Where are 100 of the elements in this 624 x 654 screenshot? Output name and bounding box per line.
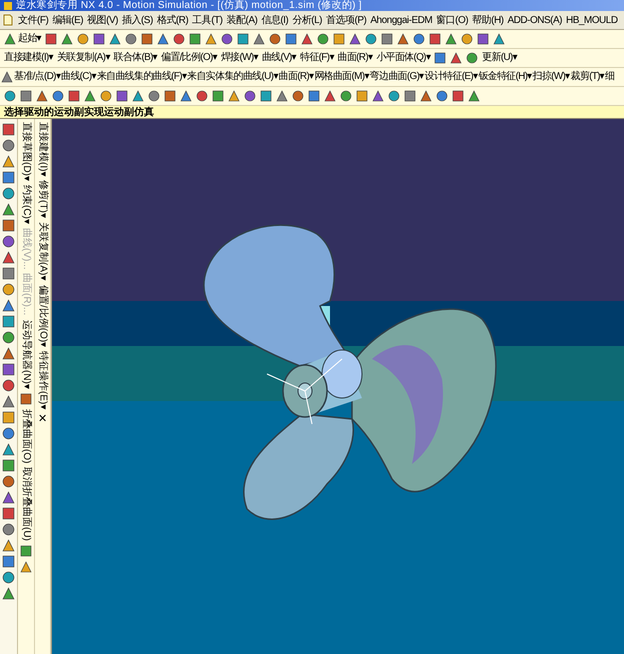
tool-icon[interactable] — [76, 33, 89, 45]
toolbar-menu[interactable]: 来自实体集的曲线(U)▾ — [187, 71, 278, 83]
tool-icon[interactable] — [468, 90, 480, 102]
start-button[interactable]: 起始▾ — [4, 33, 41, 45]
tool-icon[interactable] — [436, 90, 448, 102]
tool-icon[interactable] — [2, 539, 15, 552]
tool-icon[interactable] — [396, 33, 409, 45]
tool-icon[interactable] — [2, 251, 15, 264]
toolbar-menu[interactable]: 基准/点(D)▾ — [14, 71, 60, 83]
tool-icon[interactable] — [356, 90, 368, 102]
tool-icon[interactable] — [388, 90, 400, 102]
toolbar-menu[interactable]: 焊接(W)▾ — [220, 52, 258, 64]
tool-icon[interactable] — [204, 33, 217, 45]
tool-icon[interactable] — [434, 52, 446, 64]
toolbar-menu[interactable]: 来自曲线集的曲线(F)▾ — [96, 71, 186, 83]
toolbar-menu[interactable]: 网格曲面(M)▾ — [314, 71, 369, 83]
tool-icon[interactable] — [2, 571, 15, 584]
tool-icon[interactable] — [2, 315, 15, 328]
tool-icon[interactable] — [4, 33, 16, 45]
menu-item[interactable]: 格式(R) — [156, 12, 188, 28]
menu-item[interactable]: 编辑(E) — [52, 12, 84, 28]
tool-icon[interactable] — [2, 507, 15, 520]
tool-icon[interactable] — [252, 33, 265, 45]
tool-icon[interactable] — [324, 90, 336, 102]
toolbar-menu[interactable]: 小平面体(Q)▾ — [376, 52, 430, 64]
tool-icon[interactable] — [2, 171, 15, 184]
tool-icon[interactable] — [308, 90, 320, 102]
tool-icon[interactable] — [196, 90, 208, 102]
menu-item[interactable]: 帮助(H) — [472, 12, 504, 28]
tool-icon[interactable] — [452, 90, 464, 102]
tool-icon[interactable] — [244, 90, 256, 102]
tool-icon[interactable] — [2, 395, 15, 408]
menu-item[interactable]: 视图(V) — [87, 12, 118, 28]
tool-icon[interactable] — [332, 33, 345, 45]
toolbar-menu[interactable]: 扫掠(W)▾ — [532, 71, 570, 83]
tool-icon[interactable] — [316, 33, 329, 45]
menu-item[interactable]: 分析(L) — [292, 12, 322, 28]
toolbar-menu[interactable]: 关联复制(A)▾ — [36, 222, 48, 281]
toolbar-menu[interactable]: 曲面(R)▾ — [338, 52, 372, 64]
tool-icon[interactable] — [492, 33, 505, 45]
tool-icon[interactable] — [2, 443, 15, 456]
tool-icon[interactable] — [212, 90, 224, 102]
toolbar-menu[interactable]: 曲线(C)▾ — [61, 71, 96, 83]
tool-icon[interactable] — [228, 90, 240, 102]
tool-icon[interactable] — [292, 90, 304, 102]
tool-icon[interactable] — [2, 283, 15, 296]
tool-icon[interactable] — [466, 52, 478, 64]
toolbar-menu[interactable]: 裁剪(T)▾ — [570, 71, 604, 83]
tool-icon[interactable] — [2, 331, 15, 344]
menu-item[interactable]: 插入(S) — [122, 12, 153, 28]
tool-icon[interactable] — [36, 90, 48, 102]
toolbar-menu[interactable]: 钣金特征(H)▾ — [478, 71, 532, 83]
menu-item[interactable]: 工具(T) — [192, 12, 222, 28]
tool-icon[interactable] — [116, 90, 128, 102]
tool-icon[interactable] — [420, 90, 432, 102]
tool-icon[interactable] — [2, 587, 15, 600]
toolbar-menu[interactable]: 弯边曲面(G)▾ — [370, 71, 424, 83]
tool-icon[interactable] — [348, 33, 361, 45]
menu-item[interactable]: 文件(F) — [18, 12, 48, 28]
tool-icon[interactable] — [132, 90, 144, 102]
tool-icon[interactable] — [2, 203, 15, 216]
tool-icon[interactable] — [60, 33, 73, 45]
tool-icon[interactable] — [4, 90, 16, 102]
tool-icon[interactable] — [108, 33, 121, 45]
tool-icon[interactable] — [364, 33, 377, 45]
tool-icon[interactable] — [404, 90, 416, 102]
tool-icon[interactable] — [68, 90, 80, 102]
tool-icon[interactable] — [276, 90, 288, 102]
tool-icon[interactable] — [164, 90, 176, 102]
tool-icon[interactable] — [268, 33, 281, 45]
tool-icon[interactable] — [2, 267, 15, 280]
close-button[interactable]: ✕ — [38, 413, 47, 426]
tool-icon[interactable] — [476, 33, 489, 45]
toolbar-menu[interactable]: 设计特征(E)▾ — [424, 71, 478, 83]
menu-item[interactable]: 信息(I) — [261, 12, 288, 28]
toolbar-menu[interactable]: 特征操作(E)▾ — [36, 350, 48, 410]
tool-icon[interactable] — [148, 90, 160, 102]
toolbar-menu[interactable]: 运动导航器(N)▾ — [20, 320, 32, 389]
tool-icon[interactable] — [428, 33, 441, 45]
tool-icon[interactable] — [20, 560, 32, 573]
toolbar-menu[interactable]: 直接草图(D)▾ — [20, 122, 32, 181]
tool-icon[interactable] — [2, 155, 15, 168]
tool-icon[interactable] — [180, 90, 192, 102]
toolbar-menu[interactable]: 特征(F)▾ — [300, 52, 334, 64]
tool-icon[interactable] — [156, 33, 169, 45]
toolbar-menu[interactable]: 修剪(T)▾ — [36, 180, 48, 218]
menu-item[interactable]: Ahonggai-EDM — [370, 12, 432, 28]
tool-icon[interactable] — [2, 219, 15, 232]
toolbar-menu[interactable]: 更新(U)▾ — [482, 52, 517, 64]
menu-item[interactable]: ADD-ONS(A) — [508, 12, 562, 28]
tool-icon[interactable] — [2, 123, 15, 136]
tool-icon[interactable] — [124, 33, 137, 45]
tool-icon[interactable] — [450, 52, 462, 64]
tool-icon[interactable] — [2, 475, 15, 488]
tool-icon[interactable] — [2, 491, 15, 504]
toolbar-menu[interactable]: 曲线(V)▾ — [262, 52, 296, 64]
toolbar-menu[interactable]: 曲面(R)▾ — [278, 71, 314, 83]
tool-icon[interactable] — [1, 71, 13, 83]
tool-icon[interactable] — [2, 347, 15, 360]
toolbar-menu[interactable]: 约束(C)▾ — [20, 184, 32, 224]
